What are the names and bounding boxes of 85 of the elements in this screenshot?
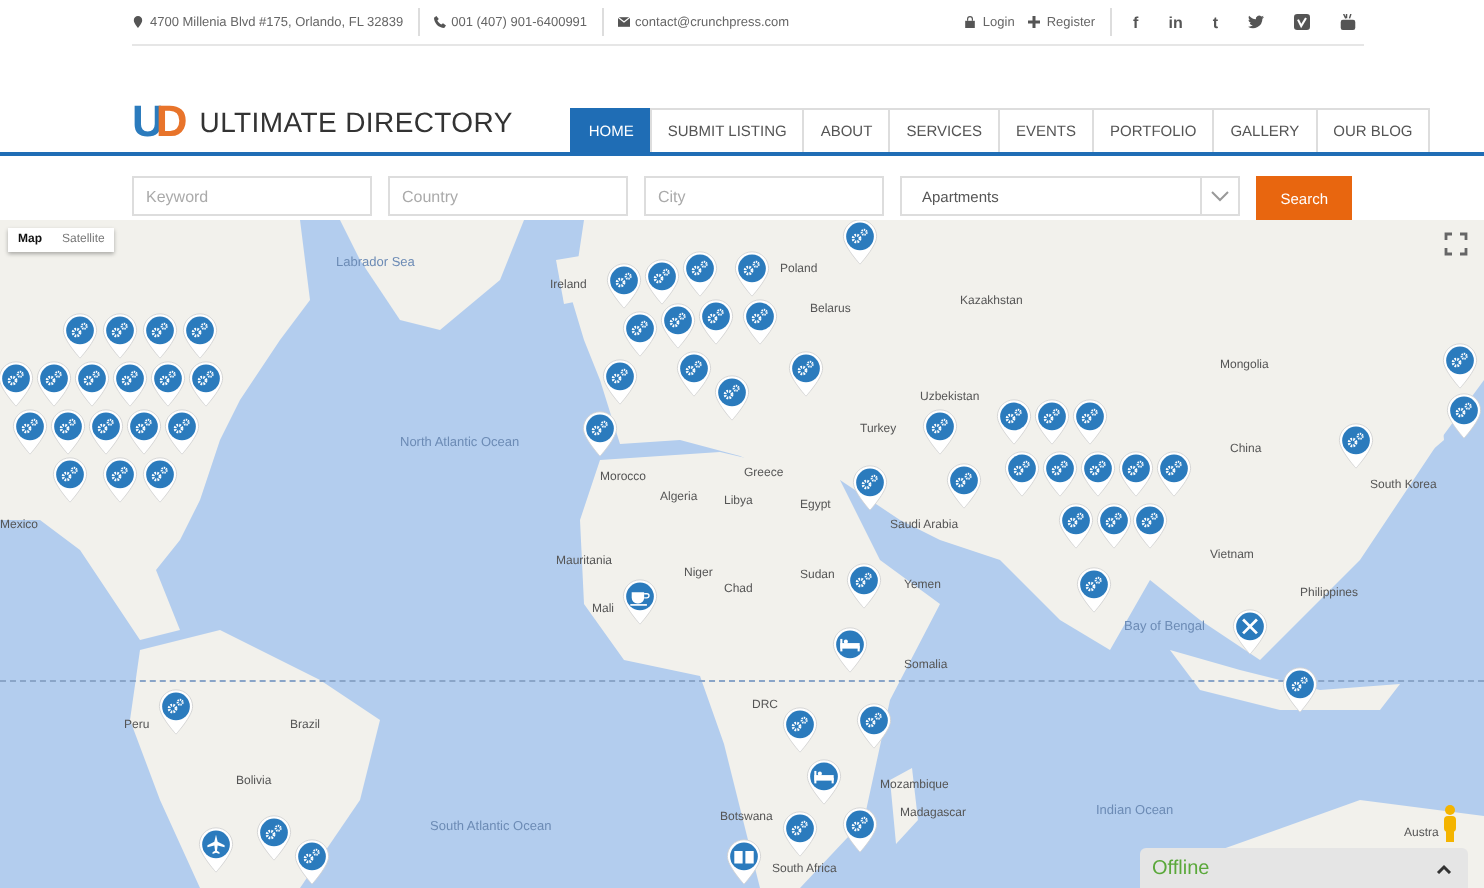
map-marker[interactable]: [734, 250, 770, 298]
map-marker[interactable]: [1076, 566, 1112, 614]
map-marker[interactable]: [1096, 502, 1132, 550]
search-field[interactable]: Country: [388, 176, 628, 216]
map-marker[interactable]: [150, 360, 186, 408]
map-marker[interactable]: [1156, 450, 1192, 498]
map-marker[interactable]: [74, 360, 110, 408]
world-map[interactable]: [0, 220, 1484, 888]
map-marker[interactable]: [682, 250, 718, 298]
map-marker[interactable]: [1338, 422, 1374, 470]
map-marker[interactable]: [294, 838, 330, 886]
map-marker[interactable]: [188, 360, 224, 408]
map-marker[interactable]: [182, 312, 218, 360]
map-marker[interactable]: [606, 262, 642, 310]
envelope-icon: [617, 16, 630, 28]
map-marker[interactable]: [1132, 502, 1168, 550]
map-marker[interactable]: [842, 220, 878, 266]
map-marker[interactable]: [0, 360, 34, 408]
caret-icon[interactable]: [1436, 863, 1452, 873]
plus-icon: [1028, 16, 1041, 28]
map-marker[interactable]: [582, 410, 618, 458]
map-marker[interactable]: [856, 702, 892, 750]
map-marker[interactable]: [1080, 450, 1116, 498]
logo-text[interactable]: ULTIMATE DIRECTORY: [199, 106, 513, 138]
map-marker[interactable]: [102, 312, 138, 360]
map-marker[interactable]: [602, 358, 638, 406]
map-marker[interactable]: [946, 462, 982, 510]
map-marker[interactable]: [198, 826, 234, 874]
lock-icon: [964, 16, 977, 28]
map-marker[interactable]: [842, 806, 878, 854]
map-marker[interactable]: [1442, 342, 1478, 390]
map-marker[interactable]: [806, 758, 842, 806]
map-marker[interactable]: [164, 408, 200, 456]
tv-icon[interactable]: [1340, 14, 1356, 30]
map-marker[interactable]: [1058, 502, 1094, 550]
map-marker[interactable]: [622, 578, 658, 626]
map-marker[interactable]: [1232, 608, 1268, 656]
map-marker[interactable]: [12, 408, 48, 456]
map-marker[interactable]: [158, 688, 194, 736]
map-marker[interactable]: [50, 408, 86, 456]
map-marker[interactable]: [1282, 666, 1318, 714]
social-link[interactable]: t: [1212, 13, 1218, 31]
map-marker[interactable]: [256, 814, 292, 862]
map-marker[interactable]: [832, 626, 868, 674]
map-marker[interactable]: [1118, 450, 1154, 498]
map-marker[interactable]: [922, 408, 958, 456]
phone-icon: [433, 16, 446, 28]
map-marker[interactable]: [782, 706, 818, 754]
map-marker[interactable]: [1072, 398, 1108, 446]
map-marker[interactable]: [102, 456, 138, 504]
map-marker[interactable]: [996, 398, 1032, 446]
map-marker[interactable]: [726, 838, 762, 886]
map-marker[interactable]: [126, 408, 162, 456]
map-marker[interactable]: [1042, 450, 1078, 498]
map-marker[interactable]: [788, 350, 824, 398]
map-marker[interactable]: [1034, 398, 1070, 446]
chat-status: Offline: [1152, 857, 1210, 879]
map-marker[interactable]: [142, 456, 178, 504]
map-marker[interactable]: [1446, 392, 1482, 440]
map-marker[interactable]: [112, 360, 148, 408]
map-marker[interactable]: [36, 360, 72, 408]
map-marker[interactable]: [660, 302, 696, 350]
fullscreen-icon[interactable]: [1444, 232, 1468, 256]
map-marker[interactable]: [622, 310, 658, 358]
map-marker[interactable]: [142, 312, 178, 360]
map-marker[interactable]: [846, 562, 882, 610]
map-marker[interactable]: [714, 374, 750, 422]
social-link[interactable]: in: [1168, 13, 1183, 31]
map-marker[interactable]: [698, 298, 734, 346]
map-marker[interactable]: [52, 456, 88, 504]
map-marker[interactable]: [88, 408, 124, 456]
bird-icon[interactable]: [1248, 14, 1264, 30]
social-link[interactable]: f: [1133, 13, 1139, 31]
map-marker[interactable]: [742, 298, 778, 346]
map-marker[interactable]: [644, 258, 680, 306]
map-marker[interactable]: [62, 312, 98, 360]
map-marker[interactable]: [676, 350, 712, 398]
map-marker[interactable]: [1004, 450, 1040, 498]
map-marker[interactable]: [782, 810, 818, 858]
pin-icon: [132, 16, 144, 28]
rounded-square-icon[interactable]: [1294, 14, 1310, 30]
chevron-icon: [1210, 190, 1231, 202]
search-field[interactable]: Keyword: [132, 176, 372, 216]
map-marker[interactable]: [852, 464, 888, 512]
search-field[interactable]: City: [644, 176, 884, 216]
